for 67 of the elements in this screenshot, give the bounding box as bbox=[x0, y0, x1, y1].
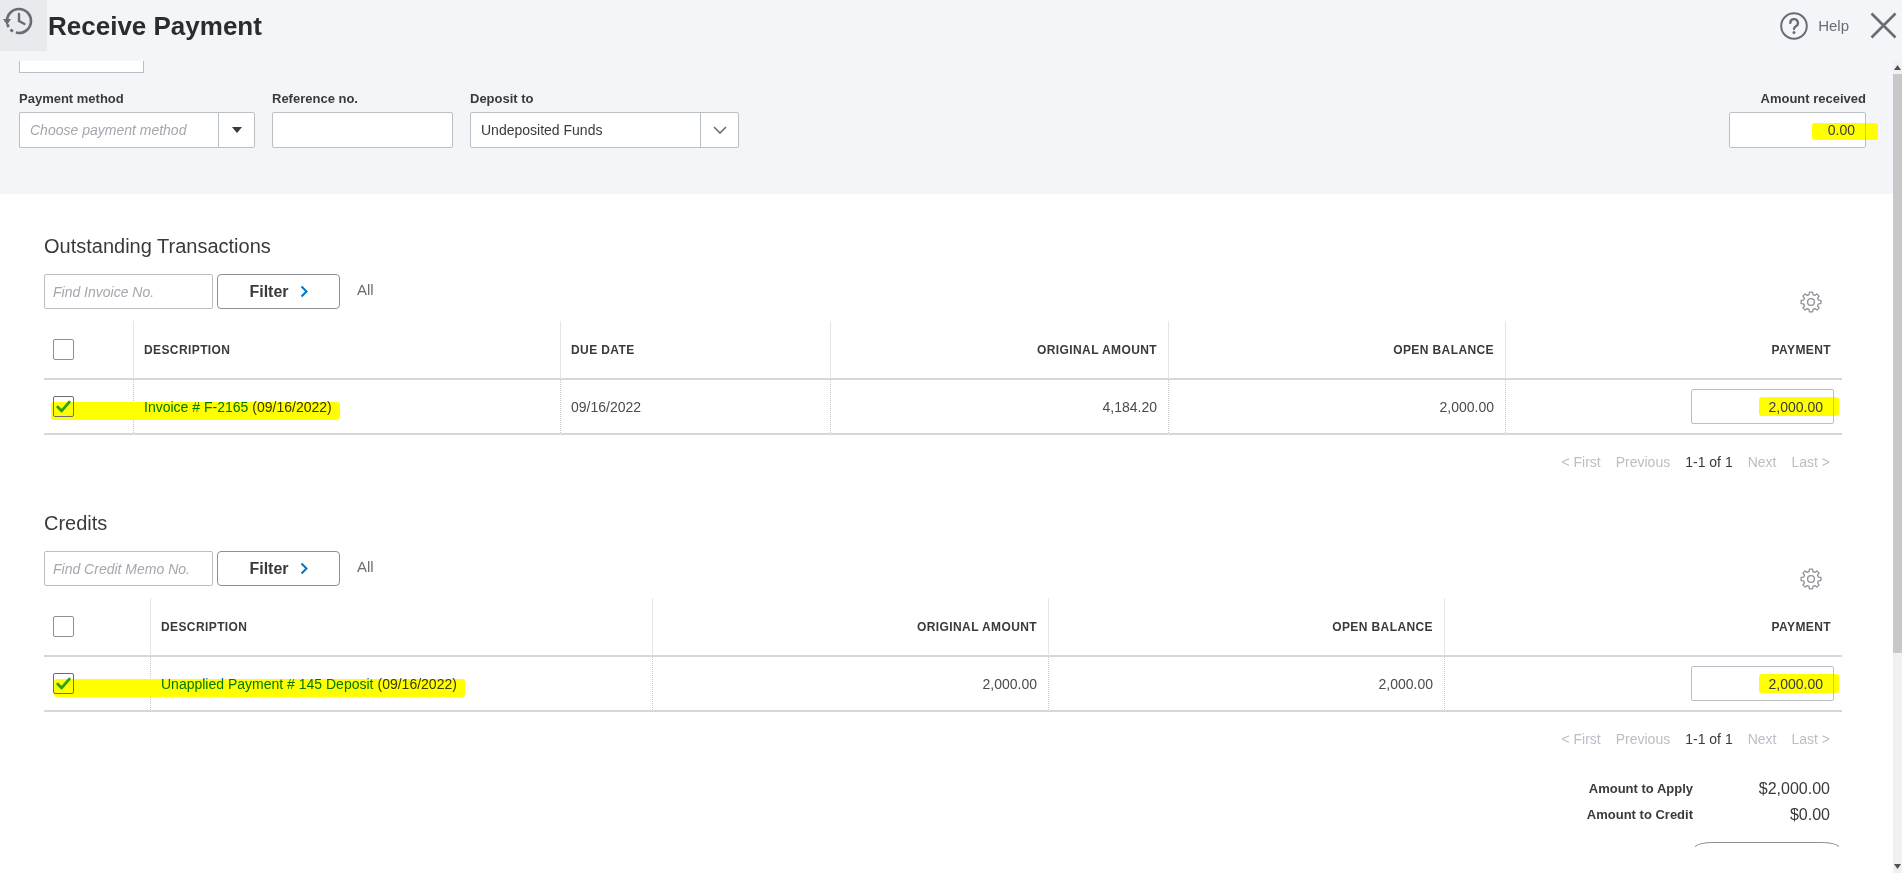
date-text: (09/16/2022) bbox=[252, 398, 332, 415]
table-cell: 4,184.20 bbox=[830, 380, 1168, 435]
search-field[interactable]: Find Invoice No. bbox=[44, 274, 213, 309]
column-header: PAYMENT bbox=[1444, 598, 1842, 657]
payment-field[interactable]: 2,000.00 bbox=[1691, 666, 1834, 701]
column-header: PAYMENT bbox=[1505, 321, 1842, 380]
column-header: DESCRIPTION bbox=[150, 598, 652, 657]
scroll-down-icon[interactable] bbox=[1894, 864, 1901, 869]
select-field[interactable]: Undeposited Funds bbox=[470, 112, 739, 148]
select-all-checkbox[interactable] bbox=[53, 339, 74, 360]
payment-field[interactable]: 2,000.00 bbox=[1691, 389, 1834, 424]
field-label: Deposit to bbox=[470, 91, 535, 106]
all-link[interactable]: All bbox=[357, 274, 374, 306]
table-cell: 09/16/2022 bbox=[560, 380, 830, 435]
row-checkbox[interactable] bbox=[53, 396, 74, 417]
field-label: Reference no. bbox=[272, 91, 359, 106]
section-title: Credits bbox=[44, 511, 109, 535]
settings-icon[interactable] bbox=[1800, 291, 1822, 313]
column-header: DESCRIPTION bbox=[133, 321, 560, 380]
search-field[interactable]: Find Credit Memo No. bbox=[44, 551, 213, 586]
filter-button[interactable]: Filter bbox=[217, 274, 340, 309]
chevron-down-icon bbox=[712, 126, 727, 134]
table-cell: 2,000.00 bbox=[1048, 657, 1444, 712]
transaction-link[interactable]: Invoice # F-2165 bbox=[144, 398, 249, 415]
column-header: OPEN BALANCE bbox=[1048, 598, 1444, 657]
field-label: Payment method bbox=[19, 91, 125, 106]
scroll-up-icon[interactable] bbox=[1894, 65, 1901, 70]
pill-button[interactable] bbox=[1695, 842, 1839, 847]
total-label: Amount to Credit bbox=[1586, 806, 1693, 824]
check-icon bbox=[56, 677, 71, 690]
transaction-link[interactable]: Unapplied Payment # 145 Deposit bbox=[161, 675, 374, 692]
page-title: Receive Payment bbox=[48, 10, 262, 41]
chevron-right-icon bbox=[299, 285, 308, 298]
section-title: Outstanding Transactions bbox=[44, 234, 272, 258]
total-value: $0.00 bbox=[1789, 806, 1830, 824]
scrollbar[interactable] bbox=[1893, 61, 1902, 873]
row-checkbox[interactable] bbox=[53, 673, 74, 694]
total-label: Amount to Apply bbox=[1588, 780, 1693, 798]
column-header: ORIGINAL AMOUNT bbox=[830, 321, 1168, 380]
dropdown-button[interactable] bbox=[218, 112, 255, 148]
table-cell: 2,000.00 bbox=[652, 657, 1048, 712]
column-header: OPEN BALANCE bbox=[1168, 321, 1505, 380]
page-range: 1-1 of 1 bbox=[1685, 730, 1733, 748]
history-icon[interactable] bbox=[0, 0, 47, 51]
settings-icon[interactable] bbox=[1800, 568, 1822, 590]
column-header: DUE DATE bbox=[560, 321, 830, 380]
close-icon bbox=[1870, 12, 1897, 39]
page-range: 1-1 of 1 bbox=[1685, 453, 1733, 471]
select-all-checkbox[interactable] bbox=[53, 616, 74, 637]
text-field[interactable] bbox=[272, 112, 453, 148]
field-label: Amount received bbox=[1760, 91, 1866, 106]
scrollbar-thumb[interactable] bbox=[1893, 74, 1902, 653]
close-button[interactable] bbox=[1870, 12, 1897, 39]
input-field[interactable] bbox=[19, 61, 144, 73]
date-text: (09/16/2022) bbox=[377, 675, 457, 692]
dropdown-field[interactable]: Choose payment method bbox=[19, 112, 218, 148]
caret-down-icon bbox=[231, 127, 242, 133]
amount-field[interactable]: 0.00 bbox=[1729, 112, 1866, 148]
check-icon bbox=[56, 400, 71, 413]
table-cell: 2,000.00 bbox=[1168, 380, 1505, 435]
help-button[interactable]: Help bbox=[1780, 11, 1849, 40]
help-icon bbox=[1780, 11, 1809, 40]
column-header: ORIGINAL AMOUNT bbox=[652, 598, 1048, 657]
filter-button[interactable]: Filter bbox=[217, 551, 340, 586]
chevron-right-icon bbox=[299, 562, 308, 575]
total-value: $2,000.00 bbox=[1758, 780, 1830, 798]
all-link[interactable]: All bbox=[357, 551, 374, 583]
